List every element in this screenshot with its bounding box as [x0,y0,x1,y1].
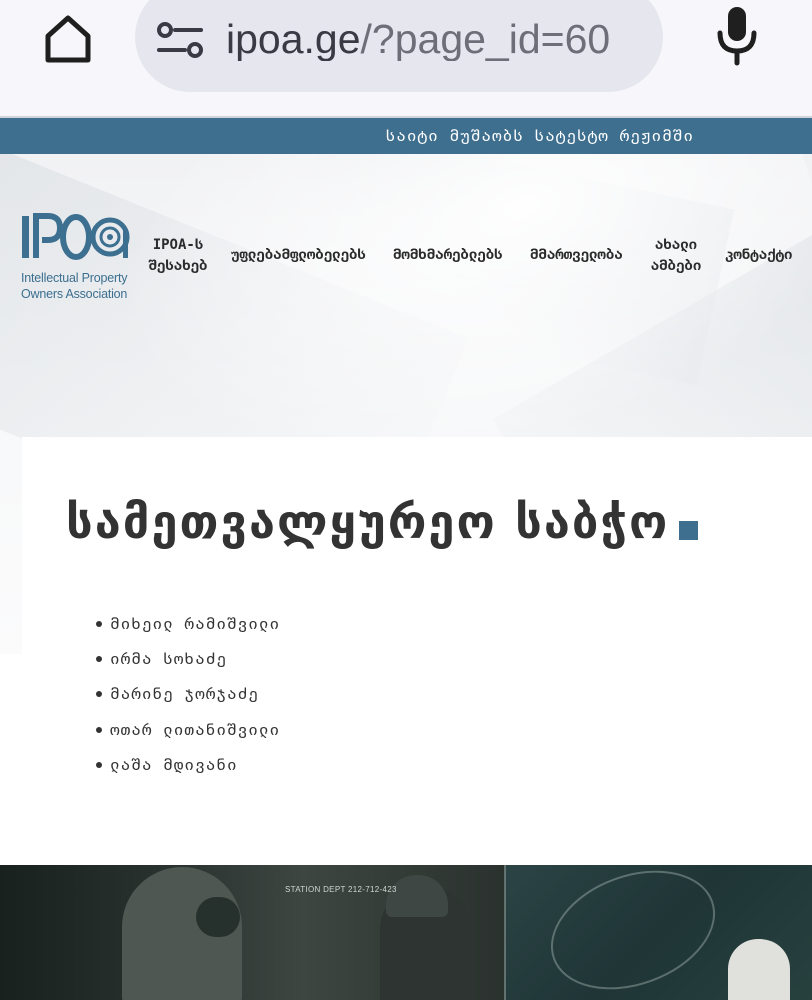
ipoa-logo-mark [22,213,130,260]
browser-toolbar: ipoa.ge/?page_id=60 [0,0,812,116]
site-logo[interactable]: Intellectual Property Owners Association [18,210,130,306]
nav-news[interactable]: ახალი ამბები [648,235,704,277]
nav-contact[interactable]: კონტაქტი [725,245,792,266]
list-item: ირმა სოხაძე [94,641,280,676]
address-bar[interactable]: ipoa.ge/?page_id=60 [135,0,663,92]
banner-text: საიტი მუშაობს სატესტო რეჟიმში [385,126,694,145]
tune-icon[interactable] [155,20,205,60]
station-sign-text: STATION DEPT 212-712-423 [285,885,397,894]
logo-text-line2: Owners Association [21,287,128,301]
logo-text-line1: Intellectual Property [21,271,128,285]
nav-governance-label: მმართველობა [530,247,623,263]
nav-about-line2: შესახებ [148,258,208,274]
list-item: მიხეილ რამიშვილი [94,606,280,641]
title-accent-square [679,521,698,540]
footer-photo-banner: STATION DEPT 212-712-423 [0,865,812,1000]
nav-about-line1: IPOA-ს [152,237,204,253]
url-domain: ipoa.ge [226,17,361,61]
url-path: /?page_id=60 [360,17,611,61]
list-item: ოთარ ლითანიშვილი [94,712,280,747]
url-text[interactable]: ipoa.ge/?page_id=60 [226,17,646,61]
nav-governance[interactable]: მმართველობა [530,245,623,266]
white-hat-figure-image [728,939,790,1000]
nav-rightholders-label: უფლებამფლობელებს [231,247,366,263]
nav-contact-label: კონტაქტი [725,247,793,263]
home-icon [45,15,91,63]
test-mode-banner: საიტი მუშაობს სატესტო რეჟიმში [0,118,812,154]
nav-news-line2: ამბები [650,258,702,274]
page-title: სამეთვალყურეო საბჭო [66,495,670,550]
nav-about[interactable]: IPOA-ს შესახებ [146,235,210,277]
home-button[interactable] [38,8,98,68]
nav-users-label: მომხმარებლებს [393,247,503,263]
mic-icon [717,7,757,66]
list-item: მარინე ჯორჯაძე [94,676,280,711]
list-item: ლაშა მდივანი [94,747,280,782]
voice-search-button[interactable] [712,4,762,68]
nav-users[interactable]: მომხმარებლებს [393,245,503,266]
nav-news-line1: ახალი [654,237,698,253]
member-list: მიხეილ რამიშვილი ირმა სოხაძე მარინე ჯორჯ… [94,606,280,782]
nav-rightholders[interactable]: უფლებამფლობელებს [231,245,366,266]
